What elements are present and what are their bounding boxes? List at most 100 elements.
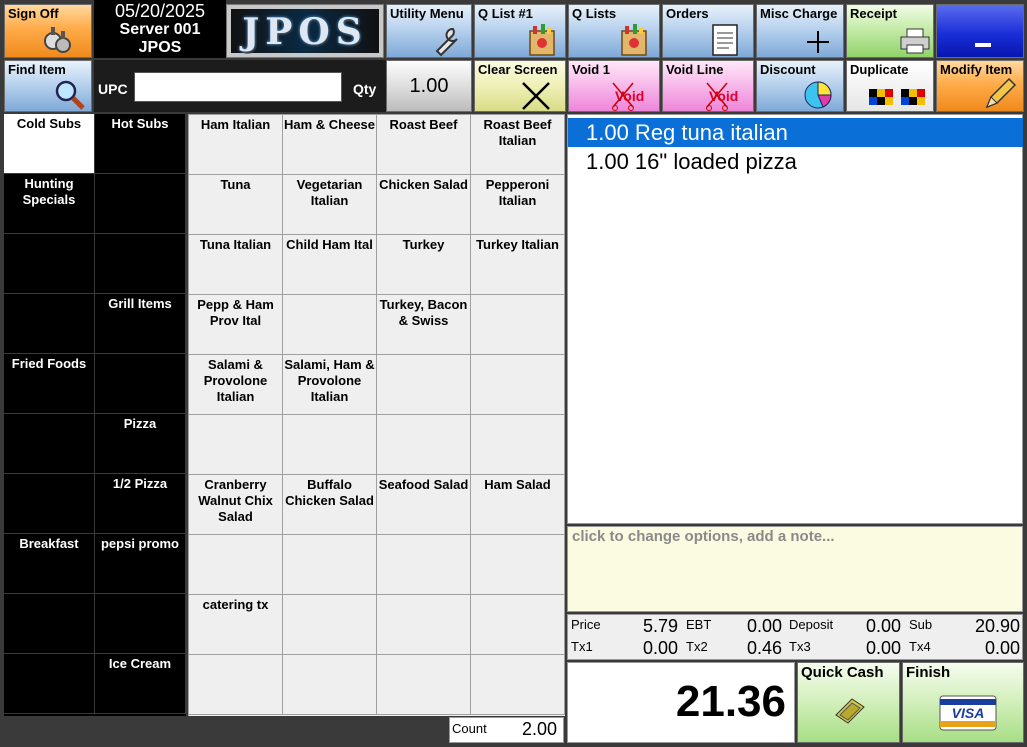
category-button[interactable] (95, 594, 186, 654)
order-list[interactable]: 1.00 Reg tuna italian 1.00 16" loaded pi… (567, 114, 1023, 524)
menu-item-button[interactable]: Roast Beef (377, 115, 471, 175)
menu-item-label: Roast Beef (389, 117, 458, 132)
menu-item-button[interactable]: Tuna Italian (189, 235, 283, 295)
menu-item-button[interactable]: Tuna (189, 175, 283, 235)
menu-item-button[interactable] (471, 355, 565, 415)
menu-item-button[interactable]: Seafood Salad (377, 475, 471, 535)
category-button[interactable] (95, 234, 186, 294)
tx3-label: Tx3 (789, 639, 811, 654)
menu-item-button[interactable]: Salami & Provolone Italian (189, 355, 283, 415)
note-area[interactable]: click to change options, add a note... (567, 526, 1023, 612)
category-button[interactable] (4, 654, 95, 714)
duplicate-icon (869, 89, 925, 105)
category-button[interactable] (95, 174, 186, 234)
q-list-1-button[interactable]: Q List #1 (474, 4, 566, 58)
find-item-button[interactable]: Find Item (4, 60, 92, 112)
menu-item-button[interactable] (471, 535, 565, 595)
menu-item-label: Tuna (220, 177, 251, 192)
q-lists-button[interactable]: Q Lists (568, 4, 660, 58)
menu-item-button[interactable] (283, 535, 377, 595)
menu-item-button[interactable]: Chicken Salad (377, 175, 471, 235)
menu-item-button[interactable]: Cranberry Walnut Chix Salad (189, 475, 283, 535)
void-line-button[interactable]: Void Line Void (662, 60, 754, 112)
menu-item-button[interactable]: Turkey Italian (471, 235, 565, 295)
sign-off-button[interactable]: Sign Off (4, 4, 92, 58)
menu-item-button[interactable]: catering tx (189, 595, 283, 655)
menu-item-button[interactable]: Salami, Ham & Provolone Italian (283, 355, 377, 415)
orders-button[interactable]: Orders (662, 4, 754, 58)
menu-item-button[interactable] (189, 655, 283, 715)
menu-item-button[interactable] (283, 295, 377, 355)
category-button[interactable] (4, 234, 95, 294)
category-button[interactable] (4, 474, 95, 534)
menu-item-button[interactable]: Turkey (377, 235, 471, 295)
category-button[interactable] (4, 294, 95, 354)
menu-item-button[interactable] (377, 595, 471, 655)
menu-item-button[interactable]: Turkey, Bacon & Swiss (377, 295, 471, 355)
minimize-button[interactable] (936, 4, 1024, 58)
discount-button[interactable]: Discount (756, 60, 844, 112)
clear-screen-button[interactable]: Clear Screen (474, 60, 566, 112)
upc-input[interactable] (134, 72, 342, 102)
category-button[interactable]: Cold Subs (4, 114, 95, 174)
modify-item-button[interactable]: Modify Item (936, 60, 1024, 112)
category-button[interactable]: Pizza (95, 414, 186, 474)
menu-item-label: Tuna Italian (199, 237, 272, 252)
receipt-button[interactable]: Receipt (846, 4, 934, 58)
quick-cash-button[interactable]: Quick Cash (797, 662, 900, 743)
menu-item-button[interactable] (471, 595, 565, 655)
category-button[interactable]: Fried Foods (4, 354, 95, 414)
finish-button[interactable]: Finish VISA (902, 662, 1024, 743)
menu-item-button[interactable] (471, 655, 565, 715)
category-button[interactable]: Hunting Specials (4, 174, 95, 234)
menu-item-button[interactable]: Roast Beef Italian (471, 115, 565, 175)
ebt-label: EBT (686, 617, 712, 632)
menu-item-button[interactable]: Pepp & Ham Prov Ital (189, 295, 283, 355)
menu-item-button[interactable] (471, 295, 565, 355)
menu-item-button[interactable] (377, 355, 471, 415)
menu-item-button[interactable]: Ham Salad (471, 475, 565, 535)
menu-item-button[interactable] (377, 655, 471, 715)
q-lists-label: Q Lists (572, 6, 617, 21)
category-button[interactable]: Grill Items (95, 294, 186, 354)
menu-item-label: Salami, Ham & Provolone Italian (284, 357, 375, 404)
utility-menu-button[interactable]: Utility Menu (386, 4, 472, 58)
minimize-icon (975, 43, 991, 47)
menu-item-button[interactable] (283, 595, 377, 655)
misc-charge-button[interactable]: Misc Charge (756, 4, 844, 58)
misc-charge-label: Misc Charge (760, 6, 838, 21)
server-display: Server 001 (119, 21, 201, 38)
x-icon (522, 82, 550, 110)
menu-item-button[interactable] (283, 655, 377, 715)
void-1-button[interactable]: Void 1 Void (568, 60, 660, 112)
menu-item-button[interactable] (283, 415, 377, 475)
menu-item-button[interactable]: Buffalo Chicken Salad (283, 475, 377, 535)
tx4-label: Tx4 (909, 639, 931, 654)
utility-menu-label: Utility Menu (390, 6, 464, 21)
menu-item-button[interactable] (189, 535, 283, 595)
category-button[interactable]: pepsi promo (95, 534, 186, 594)
menu-item-button[interactable]: Pepperoni Italian (471, 175, 565, 235)
menu-item-button[interactable]: Ham & Cheese (283, 115, 377, 175)
category-button[interactable] (4, 594, 95, 654)
category-button[interactable]: 1/2 Pizza (95, 474, 186, 534)
tx4-value: 0.00 (984, 638, 1020, 658)
order-line[interactable]: 1.00 16" loaded pizza (568, 147, 1023, 176)
menu-item-button[interactable] (189, 415, 283, 475)
category-button[interactable] (4, 414, 95, 474)
menu-item-label: Chicken Salad (379, 177, 468, 192)
menu-item-button[interactable] (377, 535, 471, 595)
menu-item-button[interactable]: Vegetarian Italian (283, 175, 377, 235)
totals-panel: Price 5.79 EBT 0.00 Deposit 0.00 Sub 20.… (567, 614, 1023, 660)
category-button[interactable]: Ice Cream (95, 654, 186, 714)
menu-item-button[interactable] (377, 415, 471, 475)
duplicate-button[interactable]: Duplicate (846, 60, 934, 112)
order-line[interactable]: 1.00 Reg tuna italian (568, 118, 1023, 147)
menu-item-button[interactable]: Child Ham Ital (283, 235, 377, 295)
menu-item-button[interactable] (471, 415, 565, 475)
category-button[interactable] (95, 354, 186, 414)
category-button[interactable]: Hot Subs (95, 114, 186, 174)
category-button[interactable]: Breakfast (4, 534, 95, 594)
menu-item-button[interactable]: Ham Italian (189, 115, 283, 175)
qty-field[interactable]: 1.00 (386, 60, 472, 112)
